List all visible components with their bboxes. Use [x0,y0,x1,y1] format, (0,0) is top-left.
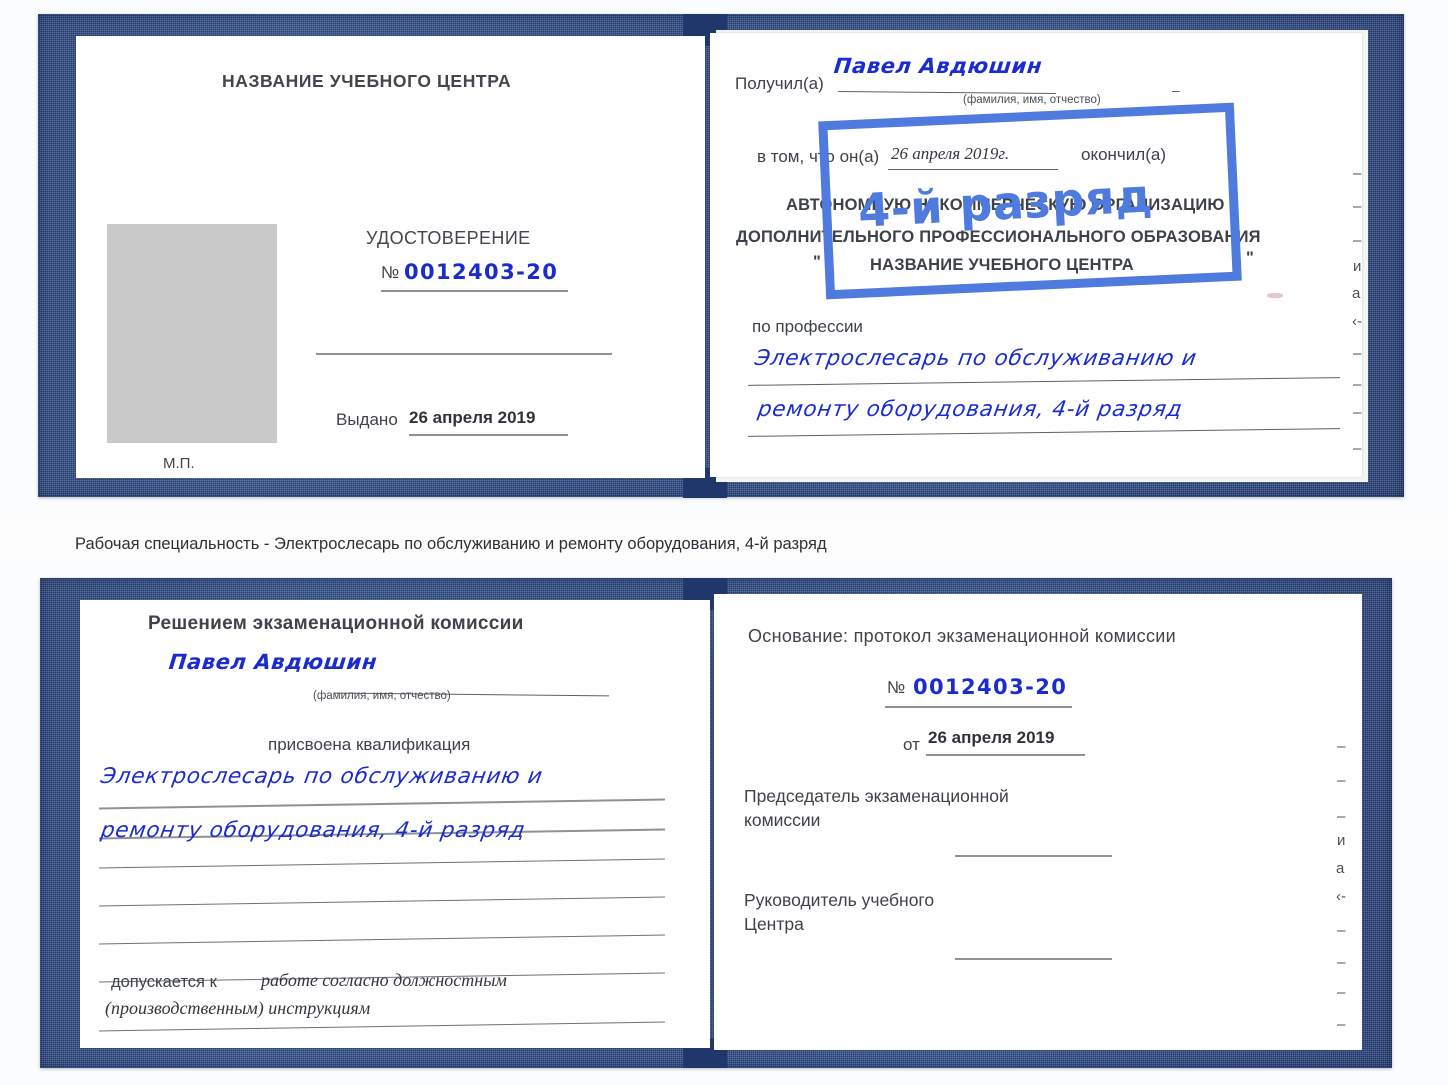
edge-mark-b5: ‹- [1336,888,1346,905]
edge-mark-b6: – [1337,922,1346,939]
spine-crease-bottom [712,604,713,1046]
edge-mark-b2: – [1337,808,1346,825]
issued-rule [409,434,568,436]
edge-mark-0: – [1353,165,1362,182]
caption-text: Рабочая специальность - Электрослесарь п… [75,535,827,553]
from-label: от [903,735,920,754]
director-label-line-2: Центра [744,914,804,934]
training-center-title-top: НАЗВАНИЕ УЧЕБНОГО ЦЕНТРА [222,71,512,91]
edge-mark-b3: и [1337,832,1346,849]
admitted-label: допускается к [111,973,217,991]
received-label: Получил(а) [735,74,824,93]
admitted-value-line-2: (производственным) инструкциям [105,998,371,1018]
commission-name-value: Павел Авдюшин [167,650,379,674]
edge-mark-b9: – [1337,1016,1346,1033]
chairman-label-line-2: комиссии [744,810,821,830]
seal-place-label: М.П. [163,455,195,472]
edge-mark-2: – [1353,232,1362,249]
commission-decision-heading: Решением экзаменационной комиссии [148,613,524,634]
director-signature-rule [955,958,1112,960]
certificate-bottom: Решением экзаменационной комиссии Павел … [0,560,1448,1085]
edge-mark-6: – [1353,345,1362,362]
fio-hint-bottom: (фамилия, имя, отчество) [313,690,451,702]
from-rule [926,754,1085,756]
udostoverenie-title: УДОСТОВЕРЕНИЕ [366,228,531,248]
qualification-hand-line-1: Электрослесарь по обслуживанию и [99,764,545,789]
edge-mark-9: – [1353,440,1362,457]
basis-label: Основание: протокол экзаменационной коми… [748,626,1176,646]
edge-mark-8: – [1353,404,1362,421]
edge-mark-b0: – [1337,738,1346,755]
number-symbol-top: № [381,263,400,282]
chairman-label-line-1: Председатель экзаменационной [744,786,1009,806]
chairman-signature-rule [955,855,1112,857]
edge-dash-received: – [1172,82,1180,98]
edge-mark-7: – [1353,376,1362,393]
edge-mark-b1: – [1337,772,1346,789]
photo-placeholder [107,224,277,443]
edge-mark-b8: – [1337,984,1346,1001]
qualification-hand-line-2: ремонту оборудования, 4-й разряд [99,818,528,843]
edge-mark-b4: а [1336,860,1345,877]
issued-date-value: 26 апреля 2019 [409,408,536,427]
from-date-value: 26 апреля 2019 [928,728,1055,747]
edge-mark-5: ‹- [1352,313,1362,330]
edge-mark-b7: – [1337,954,1346,971]
certificate-top: НАЗВАНИЕ УЧЕБНОГО ЦЕНТРА М.П. УДОСТОВЕРЕ… [0,0,1448,520]
qualification-label: присвоена квалификация [268,735,471,754]
issued-label: Выдано [336,410,398,429]
protocol-number-symbol: № [887,678,906,697]
protocol-number-value: 0012403-20 [913,675,1068,699]
director-label-line-1: Руководитель учебного [744,890,935,910]
certificate-number-top: 0012403-20 [404,260,559,284]
protocol-number-rule [885,706,1072,708]
fio-hint-top: (фамилия, имя, отчество) [963,94,1101,106]
org-quote-open: " [813,253,822,271]
admitted-value-line-1: работе согласно должностным [261,970,507,990]
blank-rule-top [316,353,612,355]
profession-label-top: по профессии [752,317,863,336]
edge-mark-1: – [1353,198,1362,215]
profession-hand-line-1: Электрослесарь по обслуживанию и [753,346,1199,371]
edge-mark-3: и [1353,258,1362,275]
org-quote-close: " [1246,249,1255,267]
spine-crease-top [709,40,710,476]
received-name-value: Павел Авдюшин [832,54,1044,78]
edge-mark-4: а [1352,285,1361,302]
profession-hand-line-2: ремонту оборудования, 4-й разряд [756,397,1185,422]
number-rule-top [381,290,568,292]
scan-fleck [1267,293,1283,298]
